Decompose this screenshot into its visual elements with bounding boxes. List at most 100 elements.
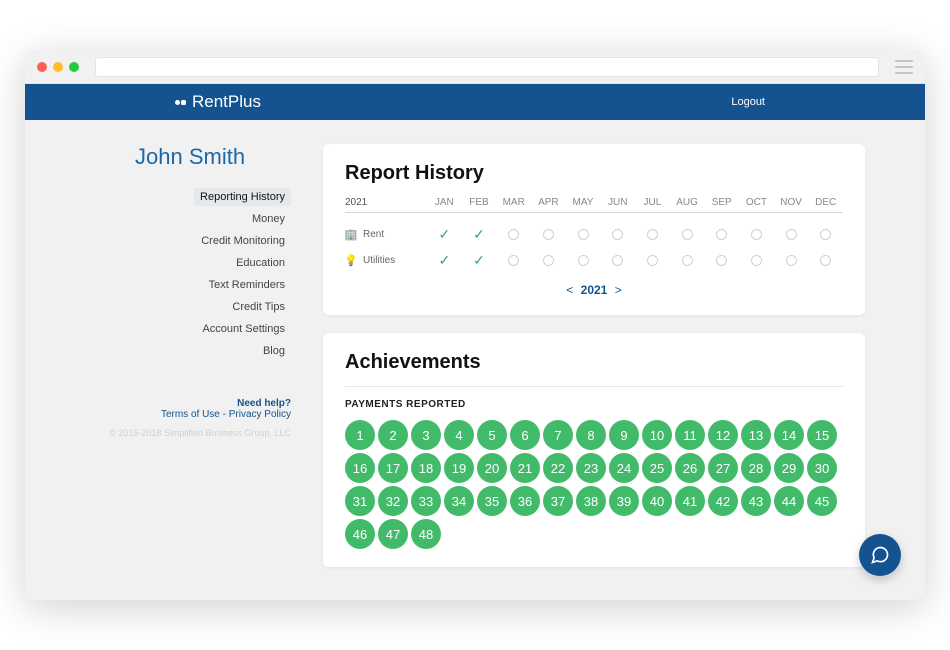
- sidebar-item-text-reminders[interactable]: Text Reminders: [25, 276, 291, 294]
- sidebar-item-credit-monitoring[interactable]: Credit Monitoring: [25, 232, 291, 250]
- empty-circle-icon: [820, 229, 831, 240]
- sidebar-item-account-settings[interactable]: Account Settings: [25, 320, 291, 338]
- status-cell: [566, 255, 601, 266]
- privacy-link[interactable]: Privacy Policy: [229, 409, 291, 420]
- achievement-badge: 42: [708, 486, 738, 516]
- achievement-badge: 18: [411, 453, 441, 483]
- achievements-card: Achievements PAYMENTS REPORTED 123456789…: [323, 333, 865, 567]
- hamburger-icon[interactable]: [895, 60, 913, 74]
- window-close-icon[interactable]: [37, 62, 47, 72]
- empty-circle-icon: [682, 255, 693, 266]
- year-prev-button[interactable]: <: [562, 283, 577, 297]
- row-label-text: Utilities: [363, 255, 395, 266]
- need-help-link[interactable]: Need help?: [25, 398, 291, 409]
- achievement-badge: 5: [477, 420, 507, 450]
- year-nav: < 2021 >: [345, 283, 843, 297]
- copyright: © 2015-2018 Simplified Business Group, L…: [25, 428, 291, 440]
- year-next-button[interactable]: >: [611, 283, 626, 297]
- status-cell: [566, 229, 601, 240]
- empty-circle-icon: [751, 229, 762, 240]
- status-cell: ✓: [462, 252, 497, 269]
- empty-circle-icon: [716, 229, 727, 240]
- window-minimize-icon[interactable]: [53, 62, 63, 72]
- achievement-badge: 31: [345, 486, 375, 516]
- achievement-badge: 47: [378, 519, 408, 549]
- row-label: 🏢Rent: [345, 228, 427, 240]
- sidebar-item-reporting-history[interactable]: Reporting History: [194, 188, 291, 206]
- status-cell: ✓: [427, 252, 462, 269]
- brand-logo-icon: [175, 100, 186, 105]
- status-cell: ✓: [462, 226, 497, 243]
- status-cell: [635, 229, 670, 240]
- check-icon: ✓: [473, 252, 485, 269]
- topbar: RentPlus Logout: [25, 84, 925, 120]
- achievement-badge: 24: [609, 453, 639, 483]
- address-bar[interactable]: [95, 57, 879, 77]
- sidebar-item-blog[interactable]: Blog: [25, 342, 291, 360]
- achievement-badge: 11: [675, 420, 705, 450]
- table-row: 💡Utilities✓✓: [345, 247, 843, 273]
- status-cell: [774, 255, 809, 266]
- help-block: Need help? Terms of Use - Privacy Policy: [25, 398, 291, 420]
- status-cell: [670, 255, 705, 266]
- achievement-badge: 15: [807, 420, 837, 450]
- report-table: 2021 JANFEBMARAPRMAYJUNJULAUGSEPOCTNOVDE…: [345, 197, 843, 273]
- achievement-badge: 3: [411, 420, 441, 450]
- achievement-badge: 26: [675, 453, 705, 483]
- status-cell: [704, 255, 739, 266]
- main: Report History 2021 JANFEBMARAPRMAYJUNJU…: [305, 120, 925, 600]
- month-header: APR: [531, 197, 566, 208]
- brand[interactable]: RentPlus: [175, 92, 261, 112]
- month-header: JUN: [600, 197, 635, 208]
- chat-icon: [870, 545, 890, 565]
- empty-circle-icon: [647, 255, 658, 266]
- achievements-subtitle: PAYMENTS REPORTED: [345, 386, 843, 410]
- achievement-badge: 16: [345, 453, 375, 483]
- month-header: MAR: [496, 197, 531, 208]
- empty-circle-icon: [820, 255, 831, 266]
- month-header: OCT: [739, 197, 774, 208]
- chat-fab[interactable]: [859, 534, 901, 576]
- status-cell: [496, 255, 531, 266]
- sidebar-item-education[interactable]: Education: [25, 254, 291, 272]
- achievement-badge: 13: [741, 420, 771, 450]
- achievement-badge: 12: [708, 420, 738, 450]
- achievement-badge: 9: [609, 420, 639, 450]
- empty-circle-icon: [543, 255, 554, 266]
- achievement-badge: 28: [741, 453, 771, 483]
- empty-circle-icon: [508, 229, 519, 240]
- badges-grid: 1234567891011121314151617181920212223242…: [345, 420, 843, 549]
- achievement-badge: 45: [807, 486, 837, 516]
- status-cell: [670, 229, 705, 240]
- empty-circle-icon: [786, 229, 797, 240]
- month-header: MAY: [566, 197, 601, 208]
- sidebar-item-money[interactable]: Money: [25, 210, 291, 228]
- month-header: AUG: [670, 197, 705, 208]
- achievement-badge: 33: [411, 486, 441, 516]
- row-label-text: Rent: [363, 229, 384, 240]
- empty-circle-icon: [543, 229, 554, 240]
- status-cell: [531, 229, 566, 240]
- achievement-badge: 29: [774, 453, 804, 483]
- achievement-badge: 4: [444, 420, 474, 450]
- achievement-badge: 39: [609, 486, 639, 516]
- check-icon: ✓: [438, 252, 450, 269]
- empty-circle-icon: [508, 255, 519, 266]
- report-history-card: Report History 2021 JANFEBMARAPRMAYJUNJU…: [323, 144, 865, 315]
- report-table-body: 🏢Rent✓✓💡Utilities✓✓: [345, 221, 843, 273]
- achievement-badge: 21: [510, 453, 540, 483]
- brand-text: RentPlus: [192, 92, 261, 112]
- page-title: John Smith: [135, 144, 291, 170]
- achievement-badge: 27: [708, 453, 738, 483]
- status-cell: [531, 255, 566, 266]
- achievement-badge: 40: [642, 486, 672, 516]
- window-maximize-icon[interactable]: [69, 62, 79, 72]
- achievement-badge: 25: [642, 453, 672, 483]
- sidebar-item-credit-tips[interactable]: Credit Tips: [25, 298, 291, 316]
- achievement-badge: 35: [477, 486, 507, 516]
- month-header: JUL: [635, 197, 670, 208]
- logout-link[interactable]: Logout: [731, 96, 765, 108]
- achievement-badge: 30: [807, 453, 837, 483]
- terms-link[interactable]: Terms of Use: [161, 409, 220, 420]
- empty-circle-icon: [682, 229, 693, 240]
